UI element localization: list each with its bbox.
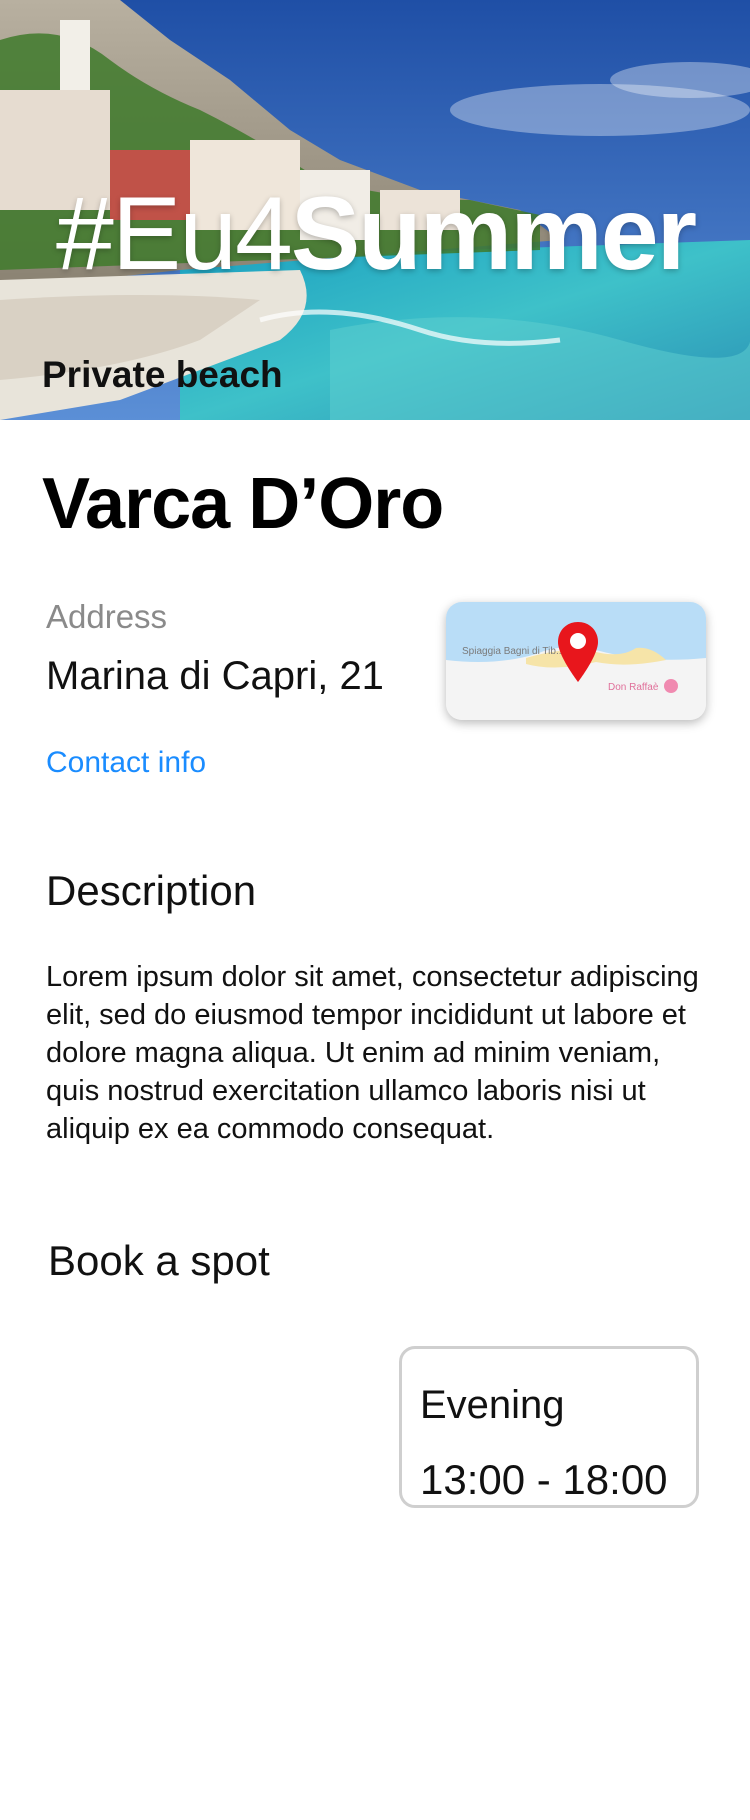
booking-heading: Book a spot [48,1237,270,1284]
place-title: Varca D’Oro [42,464,444,544]
time-slot-card[interactable]: Evening 13:00 - 18:00 [399,1346,699,1508]
hero-hashtag: #Eu4Summer [56,182,697,286]
description-heading: Description [46,867,257,914]
address-label: Address [46,598,168,635]
slot-time: 13:00 - 18:00 [420,1456,668,1503]
map-pin-icon [558,622,598,682]
hashtag-emphasis: Summer [290,176,697,292]
address-value: Marina di Capri, 21 [46,654,384,698]
map-label-poi: Don Raffaè [608,682,659,693]
place-category: Private beach [42,354,283,395]
map-thumbnail[interactable]: Spiaggia Bagni di Tib... Don Raffaè [446,602,706,720]
map-label-beach: Spiaggia Bagni di Tib... [462,646,565,657]
hashtag-prefix: #Eu4 [56,176,293,292]
hero-banner: #Eu4Summer Private beach [0,0,750,420]
slot-name: Evening [420,1383,565,1427]
contact-info-link[interactable]: Contact info [46,748,206,778]
description-text: Lorem ipsum dolor sit amet, consectetur … [46,961,699,1145]
